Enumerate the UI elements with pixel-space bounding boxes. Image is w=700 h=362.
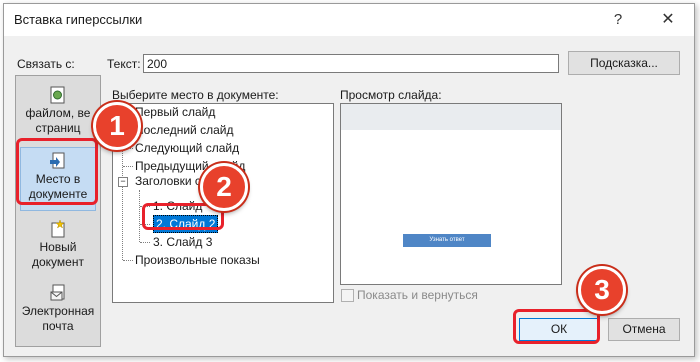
- tree-item[interactable]: Первый слайд: [135, 104, 215, 120]
- tree-guide-line: [139, 190, 140, 242]
- link-type-email[interactable]: Электронная почта: [16, 284, 100, 334]
- dialog-title: Вставка гиперссылки: [14, 12, 143, 27]
- highlight-place-in-document: [16, 138, 98, 205]
- text-label: Текст:: [107, 57, 141, 71]
- screentip-button[interactable]: Подсказка...: [568, 51, 680, 75]
- close-button[interactable]: ✕: [650, 7, 686, 33]
- step-badge-3: 3: [578, 266, 626, 314]
- tree-guide-line: [140, 242, 150, 243]
- link-type-label-4: Электронная: [21, 304, 95, 318]
- link-type-label-4b: почта: [42, 319, 74, 333]
- show-and-return-label: Показать и вернуться: [357, 288, 478, 302]
- show-and-return-checkbox[interactable]: [341, 289, 354, 302]
- preview-answer-button: Узнать ответ: [403, 234, 491, 247]
- step-badge-1: 1: [93, 102, 141, 150]
- place-label: Выберите место в документе:: [112, 88, 279, 102]
- cancel-button[interactable]: Отмена: [608, 318, 680, 341]
- slide-preview: Узнать ответ: [340, 103, 562, 285]
- preview-label: Просмотр слайда:: [340, 88, 442, 102]
- step-badge-2: 2: [200, 163, 248, 211]
- link-type-label-3: Новый: [39, 240, 77, 254]
- email-icon: [50, 284, 65, 301]
- tree-item[interactable]: Следующий слайд: [135, 140, 239, 156]
- tree-item[interactable]: 3. Слайд 3: [153, 234, 212, 250]
- link-type-label-1b: страниц: [35, 121, 81, 135]
- text-to-display-input[interactable]: 200: [143, 54, 559, 73]
- tree-collapse-toggle[interactable]: −: [118, 177, 128, 187]
- tree-item-headings[interactable]: Заголовки с: [135, 173, 201, 189]
- preview-header: [341, 104, 561, 130]
- tree-item[interactable]: Произвольные показы: [135, 252, 260, 268]
- help-button[interactable]: ?: [600, 7, 636, 33]
- link-type-bar: файлом, ве страниц Место в документе Нов…: [15, 75, 101, 347]
- tree-guide-line: [123, 260, 133, 261]
- new-document-icon: [51, 220, 65, 238]
- link-type-label-1: файлом, ве: [25, 106, 91, 120]
- title-bar: Вставка гиперссылки ? ✕: [4, 4, 694, 36]
- tree-item[interactable]: Последний слайд: [135, 122, 233, 138]
- tree-guide-line: [123, 166, 133, 167]
- highlight-ok: [513, 309, 600, 344]
- link-type-file-web[interactable]: файлом, ве страниц: [16, 86, 100, 136]
- file-web-icon: [50, 86, 65, 104]
- link-to-label: Связать с:: [17, 57, 75, 71]
- link-type-label-3b: документ: [32, 255, 84, 269]
- link-type-new-document[interactable]: Новый документ: [16, 220, 100, 270]
